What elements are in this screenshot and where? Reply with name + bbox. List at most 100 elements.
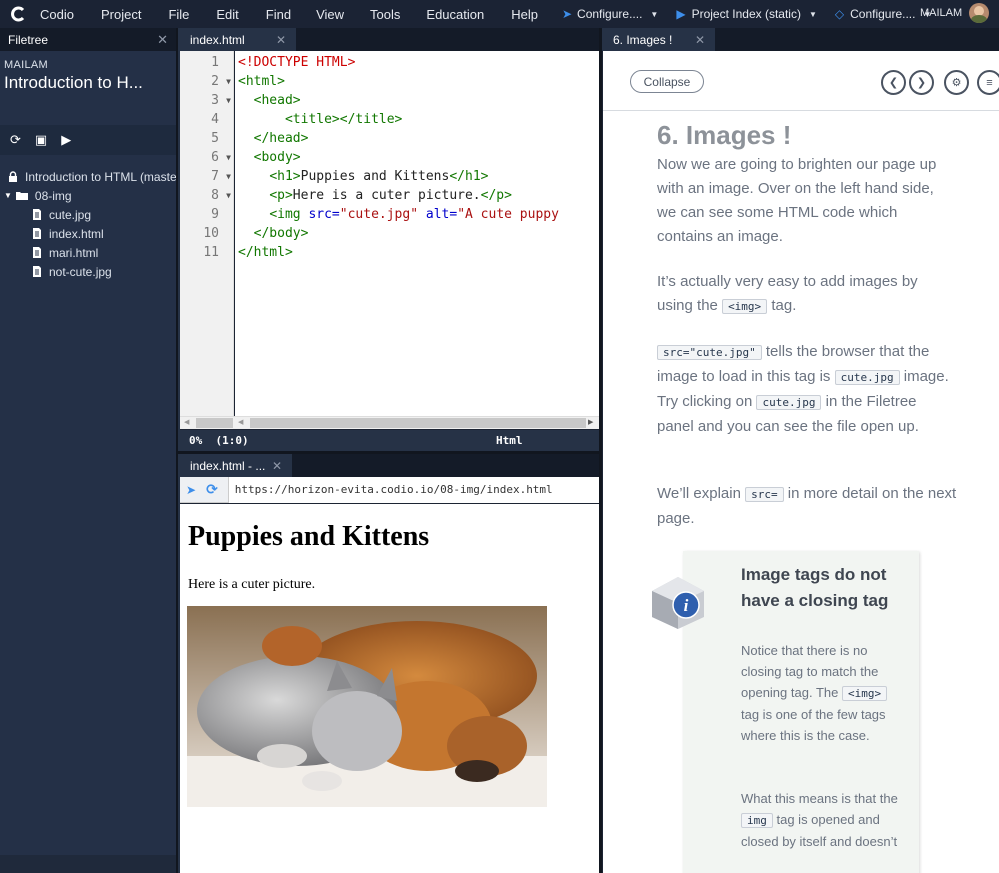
line-number: 2 ▼ <box>211 72 231 91</box>
menubar: Codio Project File Edit Find View Tools … <box>0 0 999 28</box>
info-icon: i <box>648 575 708 634</box>
line-gutter: 1 2 ▼ 3 ▼ 4 5 6 ▼ 7 ▼ 8 ▼ 9 10 11 <box>180 51 234 416</box>
line-number: 11 <box>203 245 219 260</box>
inline-code: <img> <box>841 686 888 701</box>
code-line: <img src="cute.jpg" alt="A cute puppy <box>269 207 559 222</box>
menu-find[interactable]: Find <box>266 7 291 22</box>
fold-arrow-icon[interactable]: ▼ <box>226 186 231 205</box>
fold-arrow-icon[interactable]: ▼ <box>226 72 231 91</box>
line-number: 4 <box>211 112 219 127</box>
tree-file-label: index.html <box>49 226 104 241</box>
arrow-left-icon[interactable]: ◀ <box>184 418 189 426</box>
menu-project[interactable]: Project <box>101 7 141 22</box>
tree-file[interactable]: cute.jpg <box>0 205 176 224</box>
tab-guide[interactable]: 6. Images ! ✕ <box>602 28 715 51</box>
line-number: 9 <box>211 207 219 222</box>
tab-preview[interactable]: index.html - ... ✕ <box>178 454 292 477</box>
preview-url-input[interactable]: https://horizon-evita.codio.io/08-img/in… <box>227 476 599 503</box>
guide-panel: Collapse ❮ ❯ ⚙ ≡ 6. Images ! Now we are … <box>603 51 999 873</box>
menu-view[interactable]: View <box>316 7 344 22</box>
close-icon[interactable]: ✕ <box>272 459 282 473</box>
close-icon[interactable]: ✕ <box>695 33 705 47</box>
arrow-right-icon[interactable]: ▶ <box>588 418 593 426</box>
tree-file-label: mari.html <box>49 245 99 260</box>
code-line: </head> <box>253 131 309 146</box>
guide-tabbar: 6. Images ! ✕ <box>602 28 999 51</box>
menu-codio[interactable]: Codio <box>40 7 74 22</box>
editor-statusbar: 0% (1:0) Html <box>180 430 599 451</box>
note-title: Image tags do not have a closing tag <box>741 565 889 610</box>
line-number: 3 ▼ <box>211 91 231 110</box>
tree-file[interactable]: mari.html <box>0 243 176 262</box>
menu-education[interactable]: Education <box>426 7 484 22</box>
preview-page: Puppies and Kittens Here is a cuter pict… <box>180 504 599 873</box>
language-mode[interactable]: Html <box>496 434 523 447</box>
preview-heading: Puppies and Kittens <box>188 521 430 552</box>
tree-file[interactable]: index.html <box>0 224 176 243</box>
project-header: MAILAM Introduction to H... <box>0 51 176 125</box>
puppy-kitten-image <box>187 606 547 807</box>
line-number: 6 ▼ <box>211 148 231 167</box>
folder-icon <box>15 190 28 201</box>
info-note: Image tags do not have a closing tag Not… <box>683 551 919 873</box>
editor-tabbar: index.html ✕ <box>178 28 599 51</box>
tree-root[interactable]: Introduction to HTML (master) <box>0 167 185 186</box>
file-icon <box>32 228 42 239</box>
refresh-icon[interactable]: ⟳ <box>10 132 21 148</box>
guide-paragraph: We’ll explain src= in more detail on the… <box>657 485 957 527</box>
menu-help[interactable]: Help <box>511 7 538 22</box>
note-paragraph: What this means is that the img tag is o… <box>741 791 898 849</box>
preview-urlbar: ➤ ⟳ https://horizon-evita.codio.io/08-im… <box>180 476 599 503</box>
filetree-panel: Filetree ✕ MAILAM Introduction to H... ⟳… <box>0 28 185 873</box>
tree-folder-label: 08-img <box>34 188 72 203</box>
monitor-icon[interactable]: ▣ <box>35 132 47 148</box>
menu-file[interactable]: File <box>168 7 189 22</box>
navigate-icon[interactable]: ➤ <box>186 483 196 497</box>
filetree-toolbar: ⟳ ▣ ▶ <box>0 125 176 155</box>
horizontal-scrollbar[interactable]: ◀ ◀ ▶ <box>180 416 599 429</box>
tree-folder[interactable]: ▼ 08-img <box>0 186 176 205</box>
close-icon[interactable]: ✕ <box>157 32 168 48</box>
play-icon[interactable]: ▶ <box>61 132 71 148</box>
preview-paragraph: Here is a cuter picture. <box>188 577 316 592</box>
chevron-right-icon[interactable]: ❯ <box>909 70 934 95</box>
panel-divider[interactable] <box>599 28 602 873</box>
file-icon <box>32 266 42 277</box>
line-number: 10 <box>203 226 219 241</box>
code-line: </html> <box>238 245 293 260</box>
inline-code: cute.jpg <box>834 370 900 385</box>
code-editor[interactable]: <!DOCTYPE HTML> <html> <head> <title></t… <box>235 51 599 416</box>
fold-arrow-icon[interactable]: ▼ <box>226 148 231 167</box>
guide-title: 6. Images ! <box>657 120 792 150</box>
configure-menu-1[interactable]: ➤ Configure.... ▼ <box>562 7 658 21</box>
collapse-button[interactable]: Collapse <box>630 70 704 93</box>
configure-menu-2[interactable]: ◇ Configure.... ▼ <box>835 7 932 21</box>
guide-paragraph: src="cute.jpg" tells the browser that th… <box>657 343 949 435</box>
codio-logo-icon[interactable] <box>10 6 26 22</box>
code-line: </body> <box>253 226 309 241</box>
project-index-menu[interactable]: ▶ Project Index (static) ▼ <box>676 7 817 21</box>
filetree-tab[interactable]: Filetree ✕ <box>0 28 176 51</box>
project-owner: MAILAM <box>4 59 48 71</box>
fold-arrow-icon[interactable]: ▼ <box>226 167 231 186</box>
code-line: <p>Here is a cuter picture.</p> <box>269 188 512 203</box>
guide-paragraph: Now we are going to brighten our page up… <box>657 156 937 245</box>
arrow-left-icon[interactable]: ◀ <box>238 418 243 426</box>
code-line: <h1>Puppies and Kittens</h1> <box>269 169 489 184</box>
tab-label: index.html <box>190 32 245 47</box>
menu-tools[interactable]: Tools <box>370 7 400 22</box>
chevron-left-icon[interactable]: ❮ <box>881 70 906 95</box>
menu-edit[interactable]: Edit <box>216 7 238 22</box>
chevron-down-icon: ▼ <box>650 9 659 19</box>
tree-file[interactable]: not-cute.jpg <box>0 262 176 281</box>
refresh-icon[interactable]: ⟳ <box>206 481 218 498</box>
guide-paragraph: It’s actually very easy to add images by… <box>657 273 918 314</box>
scrollbar-thumb[interactable] <box>250 418 586 428</box>
close-icon[interactable]: ✕ <box>276 33 286 47</box>
user-name[interactable]: MAILAM <box>920 7 962 19</box>
tab-index-html[interactable]: index.html ✕ <box>178 28 296 51</box>
avatar[interactable] <box>969 3 989 23</box>
fold-arrow-icon[interactable]: ▼ <box>226 91 231 110</box>
list-icon[interactable]: ≡ <box>977 70 999 95</box>
gear-icon[interactable]: ⚙ <box>944 70 969 95</box>
